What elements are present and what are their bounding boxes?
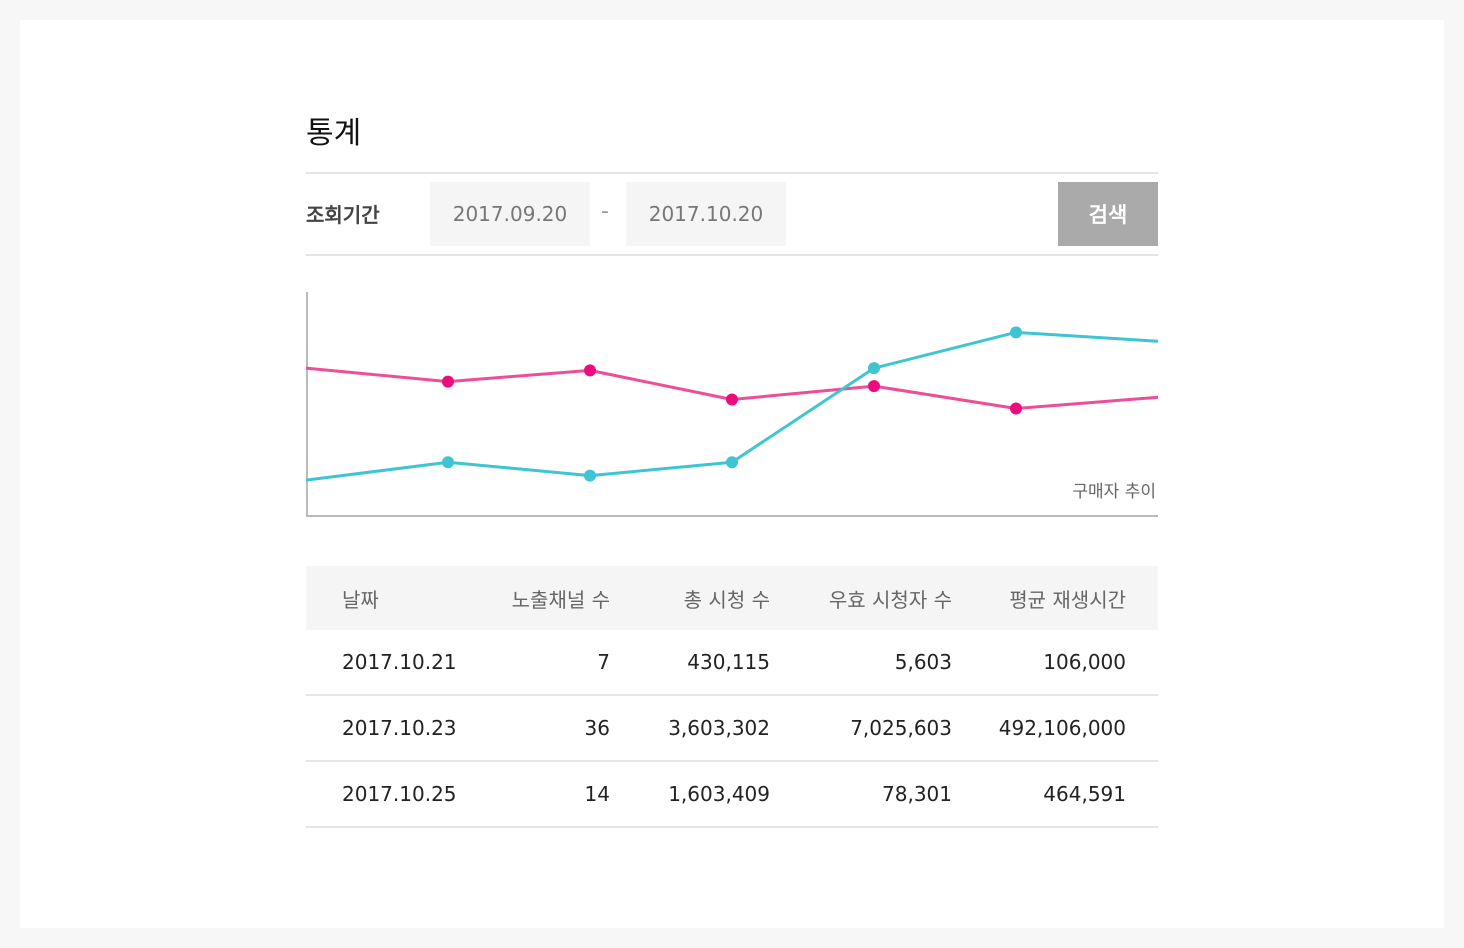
statistics-panel: 통계 조회기간 - 검색 구매자 추이 bbox=[305, 20, 1159, 928]
data-point-pink[interactable] bbox=[868, 380, 880, 393]
cell-avg-playtime: 492,106,000 bbox=[952, 695, 1158, 762]
page-title: 통계 bbox=[306, 116, 362, 151]
statistics-table: 날짜 노출채널 수 총 시청 수 우효 시청자 수 평균 재생시간 2017.1… bbox=[306, 566, 1158, 828]
content-card: 통계 조회기간 - 검색 구매자 추이 bbox=[20, 20, 1444, 928]
cell-date: 2017.10.21 bbox=[306, 630, 506, 696]
buyer-trend-chart: 구매자 추이 bbox=[305, 292, 1159, 520]
end-date-field[interactable] bbox=[626, 182, 786, 246]
data-point-pink[interactable] bbox=[584, 364, 596, 377]
cell-valid-viewers: 7,025,603 bbox=[770, 695, 952, 762]
data-point-cyan[interactable] bbox=[584, 469, 596, 482]
cell-total-views: 3,603,302 bbox=[610, 695, 770, 762]
chart-label: 구매자 추이 bbox=[1072, 482, 1156, 502]
cell-total-views: 1,603,409 bbox=[610, 761, 770, 828]
cell-channels: 14 bbox=[506, 761, 610, 828]
cell-total-views: 430,115 bbox=[610, 630, 770, 696]
column-header-channels: 노출채널 수 bbox=[511, 587, 610, 612]
date-range-separator: - bbox=[601, 199, 609, 224]
period-label: 조회기간 bbox=[306, 203, 380, 227]
search-button[interactable]: 검색 bbox=[1058, 182, 1158, 246]
data-point-cyan[interactable] bbox=[442, 456, 454, 469]
cell-avg-playtime: 106,000 bbox=[952, 630, 1158, 696]
table-row: 2017.10.23 36 3,603,302 7,025,603 492,10… bbox=[306, 695, 1158, 762]
cell-avg-playtime: 464,591 bbox=[952, 761, 1158, 828]
start-date-field[interactable] bbox=[430, 182, 590, 246]
cell-date: 2017.10.25 bbox=[306, 761, 506, 828]
column-header-valid-viewers: 우효 시청자 수 bbox=[828, 587, 952, 612]
cell-valid-viewers: 5,603 bbox=[770, 630, 952, 696]
data-point-pink[interactable] bbox=[1010, 402, 1022, 415]
chart-canvas bbox=[305, 292, 1159, 517]
table-header-row: 날짜 노출채널 수 총 시청 수 우효 시청자 수 평균 재생시간 bbox=[306, 566, 1158, 630]
cell-channels: 36 bbox=[506, 695, 610, 762]
column-header-avg-playtime: 평균 재생시간 bbox=[1009, 587, 1126, 612]
data-point-cyan[interactable] bbox=[726, 456, 738, 469]
data-point-pink[interactable] bbox=[726, 393, 738, 406]
data-point-cyan[interactable] bbox=[1010, 326, 1022, 339]
data-point-cyan[interactable] bbox=[868, 362, 880, 375]
table-row: 2017.10.21 7 430,115 5,603 106,000 bbox=[306, 630, 1158, 696]
column-header-date: 날짜 bbox=[342, 587, 379, 612]
column-header-total-views: 총 시청 수 bbox=[683, 587, 770, 612]
period-filter-bar: 조회기간 - 검색 bbox=[306, 172, 1158, 256]
cell-date: 2017.10.23 bbox=[306, 695, 506, 762]
data-point-pink[interactable] bbox=[442, 375, 454, 388]
table-row: 2017.10.25 14 1,603,409 78,301 464,591 bbox=[306, 761, 1158, 828]
cell-channels: 7 bbox=[506, 630, 610, 696]
cell-valid-viewers: 78,301 bbox=[770, 761, 952, 828]
